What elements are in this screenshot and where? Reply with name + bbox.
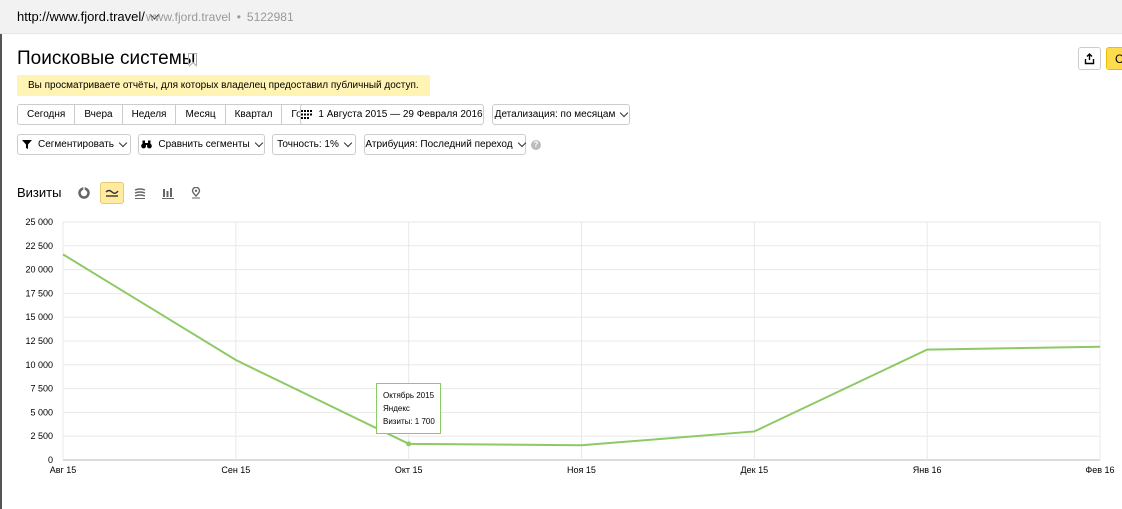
- data-point-highlight: [406, 441, 412, 447]
- site-selector[interactable]: http://www.fjord.travel/: [17, 9, 160, 24]
- binoculars-icon: [141, 140, 153, 149]
- page-title: Поисковые системы: [17, 48, 196, 69]
- y-tick-label: 5 000: [30, 407, 53, 417]
- bar-chart-icon: [162, 187, 174, 199]
- site-meta: www.fjord.travel • 5122981: [146, 10, 294, 24]
- pie-chart-view-button[interactable]: [72, 182, 96, 204]
- share-button[interactable]: [1078, 47, 1101, 70]
- y-axis-ticks: 0 2 500 5 000 7 500 10 000 12 500 15 000 17 500…: [25, 217, 53, 465]
- x-tick-label: Авг 15: [50, 465, 77, 475]
- x-tick-label: Фев 16: [1085, 465, 1114, 475]
- x-tick-label: Янв 16: [913, 465, 942, 475]
- y-tick-label: 25 000: [25, 217, 53, 227]
- tooltip-source: Яндекс: [383, 404, 410, 413]
- accuracy-label: Точность: 1%: [277, 139, 339, 150]
- site-url: http://www.fjord.travel/: [17, 9, 145, 24]
- y-tick-label: 17 500: [25, 288, 53, 298]
- area-chart-icon: [134, 187, 146, 199]
- share-icon: [1084, 52, 1095, 64]
- site-name: www.fjord.travel: [146, 10, 231, 24]
- period-month-button[interactable]: Месяц: [176, 105, 226, 124]
- chevron-down-icon: [254, 138, 263, 148]
- y-tick-label: 7 500: [30, 384, 53, 394]
- visits-line-chart: 0 2 500 5 000 7 500 10 000 12 500 15 000 17 500…: [25, 217, 1115, 475]
- chart-metric-label: Визиты: [17, 185, 62, 200]
- help-icon[interactable]: ?: [531, 140, 541, 150]
- compare-label: Сравнить сегменты: [158, 139, 250, 150]
- tooltip-month: Октябрь 2015: [383, 391, 435, 400]
- date-range-button[interactable]: 1 Августа 2015 — 29 Февраля 2016: [300, 104, 484, 125]
- y-tick-label: 15 000: [25, 312, 53, 322]
- chevron-down-icon: [118, 138, 128, 148]
- period-week-button[interactable]: Неделя: [122, 105, 177, 124]
- chevron-down-icon: [343, 138, 353, 148]
- chart-tooltip: Октябрь 2015 Яндекс Визиты: 1 700: [376, 383, 441, 434]
- bar-chart-view-button[interactable]: [156, 182, 180, 204]
- area-chart-view-button[interactable]: [128, 182, 152, 204]
- tooltip-metric: Визиты: 1 700: [383, 417, 435, 426]
- filter-icon: [21, 140, 32, 149]
- attribution-select[interactable]: Атрибуция: Последний переход: [364, 134, 526, 155]
- pie-chart-icon: [78, 187, 90, 199]
- map-icon: [191, 187, 201, 199]
- x-tick-label: Сен 15: [221, 465, 250, 475]
- chevron-down-icon: [517, 138, 526, 148]
- y-tick-label: 2 500: [30, 431, 53, 441]
- y-tick-label: 12 500: [25, 336, 53, 346]
- x-tick-label: Ноя 15: [567, 465, 596, 475]
- chart-grid: [62, 221, 1101, 461]
- line-chart-icon: [105, 189, 119, 197]
- period-buttons: Сегодня Вчера Неделя Месяц Квартал Год: [17, 104, 318, 125]
- period-today-button[interactable]: Сегодня: [18, 105, 76, 124]
- segment-label: Сегментировать: [37, 139, 114, 150]
- map-view-button[interactable]: [184, 182, 208, 204]
- attribution-label: Атрибуция: Последний переход: [365, 139, 513, 150]
- x-tick-label: Окт 15: [395, 465, 423, 475]
- date-range-label: 1 Августа 2015 — 29 Февраля 2016: [318, 109, 483, 120]
- x-tick-label: Дек 15: [741, 465, 769, 475]
- detail-label: Детализация: по месяцам: [494, 109, 616, 120]
- y-tick-label: 0: [48, 455, 53, 465]
- chevron-down-icon: [620, 108, 629, 118]
- header-action-button[interactable]: С: [1106, 47, 1122, 70]
- period-quarter-button[interactable]: Квартал: [225, 105, 283, 124]
- bookmark-icon[interactable]: [188, 53, 197, 65]
- calendar-icon: [301, 110, 313, 119]
- x-axis-ticks: Авг 15 Сен 15 Окт 15 Ноя 15 Дек 15 Янв 16 Фев …: [50, 465, 1115, 475]
- y-tick-label: 20 000: [25, 265, 53, 275]
- public-access-notice: Вы просматриваете отчёты, для которых вл…: [17, 75, 430, 96]
- y-tick-label: 22 500: [25, 241, 53, 251]
- segment-button[interactable]: Сегментировать: [17, 134, 131, 155]
- counter-id: 5122981: [246, 10, 294, 24]
- detail-select[interactable]: Детализация: по месяцам: [492, 104, 630, 125]
- line-chart-view-button[interactable]: [100, 182, 124, 204]
- period-yesterday-button[interactable]: Вчера: [75, 105, 123, 124]
- y-tick-label: 10 000: [25, 360, 53, 370]
- compare-segments-button[interactable]: Сравнить сегменты: [138, 134, 265, 155]
- top-bar: http://www.fjord.travel/ www.fjord.trave…: [0, 0, 1122, 34]
- accuracy-select[interactable]: Точность: 1%: [272, 134, 356, 155]
